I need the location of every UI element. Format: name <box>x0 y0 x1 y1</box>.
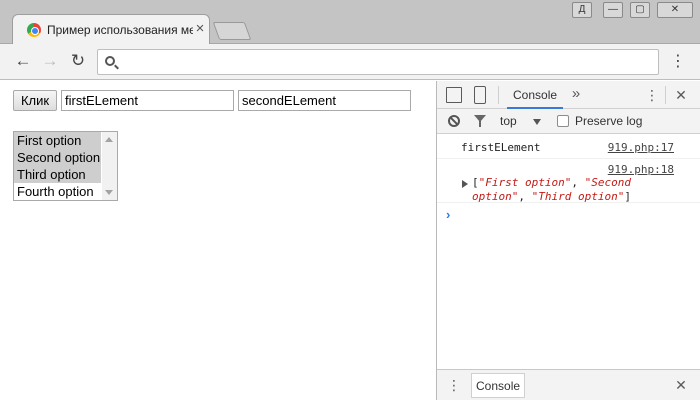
drawer-close-icon[interactable]: ✕ <box>673 377 689 393</box>
tab-close-icon[interactable]: × <box>193 21 207 37</box>
expand-triangle-icon[interactable] <box>462 180 468 188</box>
array-bracket: [ <box>472 176 479 189</box>
preserve-log-checkbox[interactable] <box>557 115 569 127</box>
browser-menu-icon[interactable]: ⋮ <box>670 52 686 72</box>
filter-icon[interactable] <box>474 115 486 127</box>
scroll-up-arrow-icon[interactable] <box>105 137 113 142</box>
forward-arrow-icon[interactable]: → <box>40 51 60 71</box>
restore-button[interactable]: ▢ <box>630 2 650 18</box>
click-button[interactable]: Клик <box>13 90 57 111</box>
devtools-close-icon[interactable]: ✕ <box>673 87 689 103</box>
device-toolbar-icon[interactable] <box>474 86 486 104</box>
browser-tab[interactable]: Пример использования ме × <box>12 14 210 44</box>
second-text-input[interactable] <box>238 90 411 111</box>
chrome-favicon-icon <box>27 23 41 37</box>
console-message: firstELement 919.php:17 <box>437 137 700 159</box>
search-icon <box>105 56 115 66</box>
address-bar[interactable] <box>97 49 659 75</box>
separator <box>665 86 666 104</box>
list-option[interactable]: First option <box>14 132 101 149</box>
array-item: "First option" <box>478 176 572 189</box>
preserve-log-label: Preserve log <box>575 114 643 128</box>
multi-select-listbox[interactable]: First option Second option Third option … <box>13 131 118 201</box>
close-window-button[interactable]: ✕ <box>657 2 693 18</box>
console-prompt-icon[interactable]: › <box>446 207 450 222</box>
back-arrow-icon[interactable]: ← <box>13 51 33 71</box>
reload-icon[interactable]: ↻ <box>68 51 88 71</box>
log-text: firstELement <box>461 141 541 154</box>
profile-badge[interactable]: Д <box>572 2 592 18</box>
console-filter-bar: top Preserve log <box>437 109 700 134</box>
browser-toolbar: ← → ↻ ⋮ <box>0 44 700 80</box>
array-item: "Third option" <box>531 190 625 203</box>
console-drawer: ⋮ Console ✕ <box>437 369 700 400</box>
tab-title: Пример использования ме <box>47 23 193 37</box>
context-dropdown-icon[interactable] <box>533 119 541 125</box>
clear-console-icon[interactable] <box>448 115 460 127</box>
separator <box>498 86 499 104</box>
devtools-panel: Console » ⋮ ✕ top Preserve log firstELem… <box>436 81 700 400</box>
array-separator: , <box>571 176 585 189</box>
devtools-tabbar: Console » ⋮ ✕ <box>437 81 700 109</box>
list-option[interactable]: Third option <box>14 166 101 183</box>
array-bracket: ] <box>624 190 631 203</box>
list-option[interactable]: Fourth option <box>14 183 101 200</box>
inspect-element-icon[interactable] <box>446 87 462 103</box>
tab-console[interactable]: Console <box>507 81 564 109</box>
array-preview[interactable]: ["First option", "Second option", "Third… <box>472 176 677 204</box>
context-selector[interactable]: top <box>500 114 517 128</box>
devtools-menu-icon[interactable]: ⋮ <box>645 87 659 103</box>
drawer-tab-console[interactable]: Console <box>471 373 526 398</box>
console-message: 919.php:18 ["First option", "Second opti… <box>437 159 700 203</box>
log-source-link[interactable]: 919.php:17 <box>608 141 674 154</box>
page-viewport: Клик First option Second option Third op… <box>0 81 436 400</box>
more-tabs-icon[interactable]: » <box>569 86 583 102</box>
log-source-link[interactable]: 919.php:18 <box>608 163 674 176</box>
first-text-input[interactable] <box>61 90 234 111</box>
drawer-menu-icon[interactable]: ⋮ <box>447 377 461 393</box>
listbox-scrollbar[interactable] <box>102 132 117 200</box>
list-option[interactable]: Second option <box>14 149 101 166</box>
array-separator: , <box>518 190 532 203</box>
window-titlebar: Пример использования ме × Д — ▢ ✕ <box>0 0 700 44</box>
scroll-down-arrow-icon[interactable] <box>105 190 113 195</box>
minimize-button[interactable]: — <box>603 2 623 18</box>
new-tab-button[interactable] <box>212 22 252 40</box>
